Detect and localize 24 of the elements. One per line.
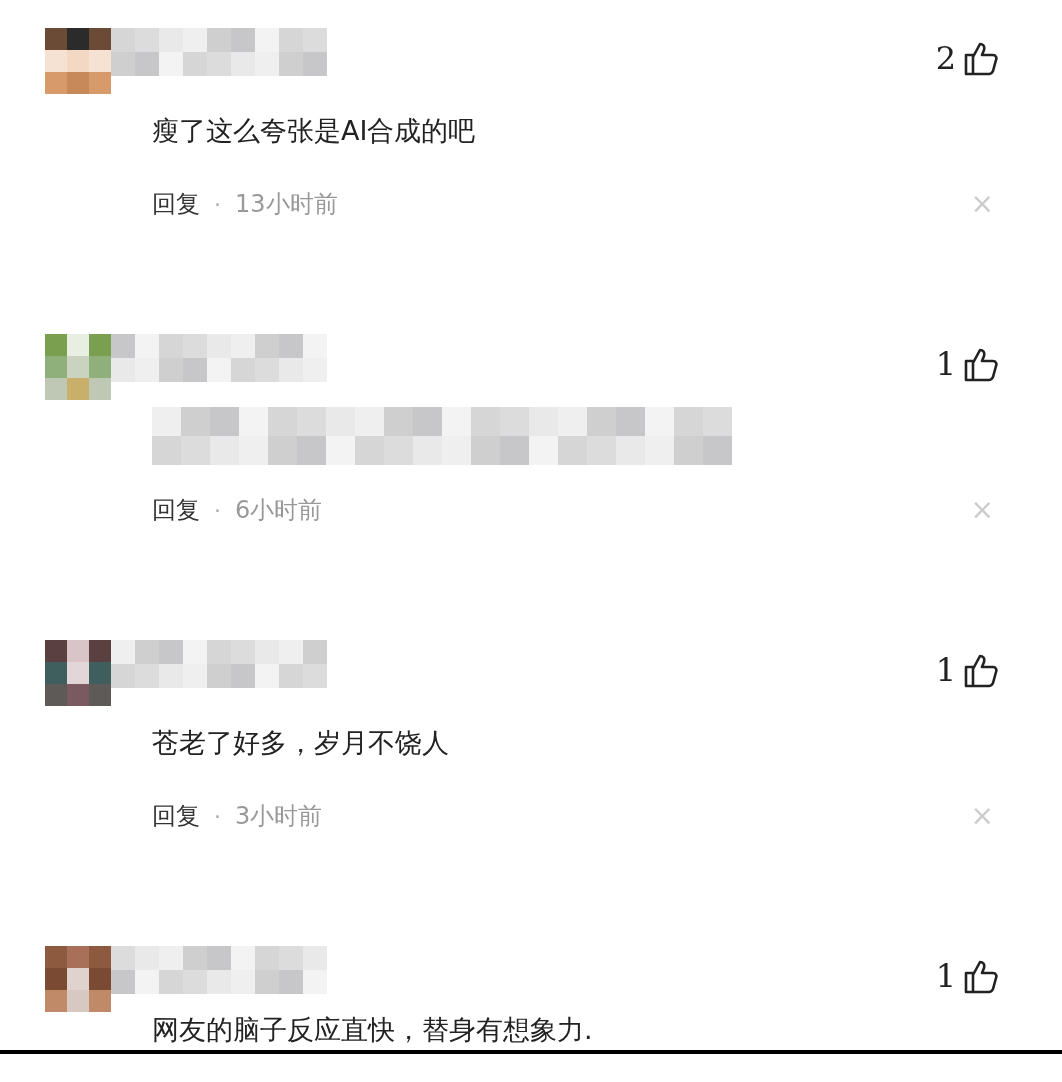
separator-dot: ·: [214, 802, 221, 831]
like-count: 1: [935, 344, 956, 385]
reply-button[interactable]: 回复: [152, 186, 200, 222]
thumbs-up-icon[interactable]: [964, 958, 998, 994]
comment-time: 13小时前: [235, 189, 338, 220]
avatar-icon: [45, 28, 111, 94]
avatar-icon: [45, 334, 111, 400]
separator-dot: ·: [214, 496, 221, 525]
comment-text: 网友的脑子反应直快，替身有想象力.: [152, 1015, 593, 1043]
comment-text: 瘦了这么夸张是AI合成的吧: [152, 116, 476, 144]
comment-text: 苍老了好多，岁月不饶人: [152, 728, 449, 756]
thumbs-up-icon[interactable]: [964, 40, 998, 76]
reply-button[interactable]: 回复: [152, 798, 200, 834]
like-count: 1: [935, 650, 956, 691]
reply-button[interactable]: 回复: [152, 492, 200, 528]
comment-time: 6小时前: [235, 495, 323, 526]
like-count: 1: [935, 956, 956, 997]
avatar-icon: [45, 946, 111, 1012]
thumbs-up-icon[interactable]: [964, 652, 998, 688]
separator-dot: ·: [214, 190, 221, 219]
avatar-icon: [45, 640, 111, 706]
like-count: 2: [935, 38, 956, 79]
comment-time: 3小时前: [235, 801, 323, 832]
thumbs-up-icon[interactable]: [964, 346, 998, 382]
